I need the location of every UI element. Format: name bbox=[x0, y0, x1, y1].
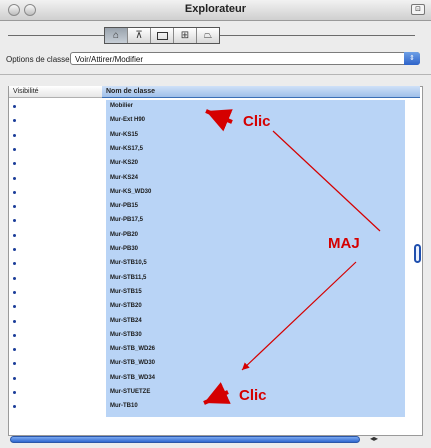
annotation-maj: MAJ bbox=[328, 235, 360, 252]
vertical-scroll-thumb[interactable] bbox=[414, 244, 421, 263]
arrow-clic-bottom bbox=[203, 382, 231, 405]
horizontal-scrollbar[interactable] bbox=[10, 436, 360, 443]
annotation-overlay bbox=[203, 109, 381, 405]
line-maj-top bbox=[272, 130, 381, 232]
arrow-clic-top bbox=[205, 109, 233, 132]
arrow-maj-bottom bbox=[241, 261, 357, 371]
scroll-arrows-icon[interactable]: ◂▸ bbox=[370, 434, 378, 443]
annotation-clic-bottom: Clic bbox=[239, 387, 267, 404]
annotation-clic-top: Clic bbox=[243, 113, 271, 130]
